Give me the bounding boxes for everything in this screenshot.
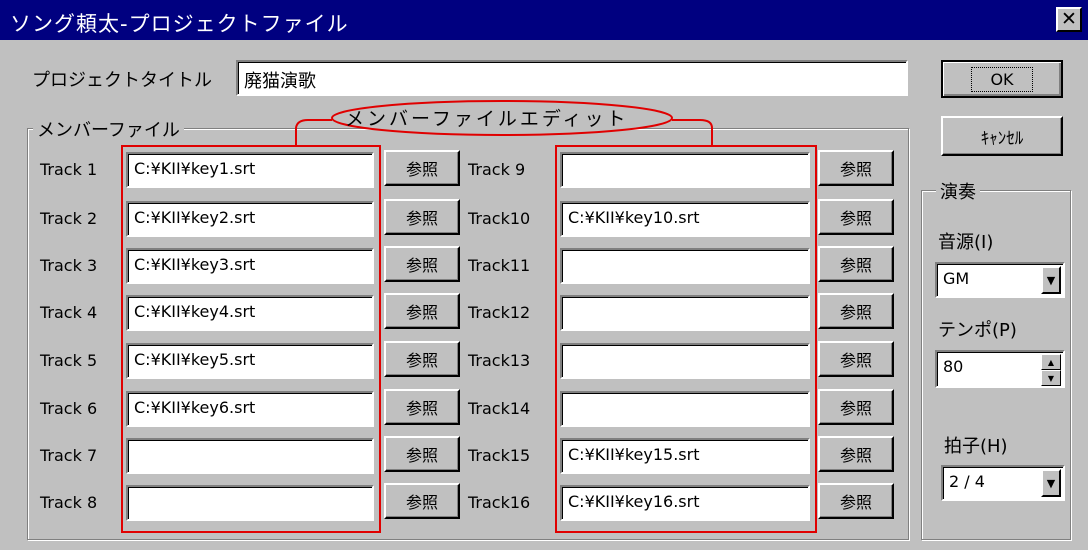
meter-dropdown-arrow-icon[interactable]: ▼ <box>1041 469 1061 497</box>
sound-source-select[interactable]: GM ▼ <box>935 262 1065 298</box>
track-7-file-input[interactable] <box>126 438 374 474</box>
track-14-label: Track14 <box>468 399 531 418</box>
tempo-label: テンポ(P) <box>938 320 1017 341</box>
close-icon: ✕ <box>1061 8 1077 30</box>
track-9-label: Track 9 <box>468 160 526 179</box>
ok-button-label: OK <box>971 66 1033 92</box>
sound-source-value: GM <box>943 269 970 288</box>
track-16-file-input[interactable]: C:¥KII¥key16.srt <box>560 485 810 521</box>
track-4-browse-button[interactable]: 参照 <box>384 293 460 329</box>
track-8-file-input[interactable] <box>126 485 374 521</box>
track-10-browse-button[interactable]: 参照 <box>818 199 894 235</box>
track-15-file-input[interactable]: C:¥KII¥key15.srt <box>560 438 810 474</box>
meter-value: 2 / 4 <box>949 472 985 491</box>
track-12-file-input[interactable] <box>560 295 810 331</box>
track-8-browse-button[interactable]: 参照 <box>384 483 460 519</box>
track-3-browse-button[interactable]: 参照 <box>384 246 460 282</box>
title-bar[interactable]: ソング頼太-プロジェクトファイル ✕ <box>0 0 1088 40</box>
track-12-label: Track12 <box>468 303 531 322</box>
track-12-browse-button[interactable]: 参照 <box>818 293 894 329</box>
track-7-browse-button[interactable]: 参照 <box>384 436 460 472</box>
project-title-input[interactable]: 廃猫演歌 <box>236 60 908 96</box>
track-14-browse-button[interactable]: 参照 <box>818 389 894 425</box>
member-files-group <box>27 128 909 540</box>
tempo-spinner[interactable]: 80 ▲ ▼ <box>935 350 1065 388</box>
track-3-label: Track 3 <box>40 256 98 275</box>
track-9-file-input[interactable] <box>560 152 810 188</box>
track-1-label: Track 1 <box>40 160 98 179</box>
track-3-file-input[interactable]: C:¥KII¥key3.srt <box>126 248 374 284</box>
meter-select[interactable]: 2 / 4 ▼ <box>941 465 1065 501</box>
track-9-browse-button[interactable]: 参照 <box>818 150 894 186</box>
performance-group-label: 演奏 <box>936 178 980 204</box>
track-4-file-input[interactable]: C:¥KII¥key4.srt <box>126 295 374 331</box>
track-15-label: Track15 <box>468 446 531 465</box>
track-10-label: Track10 <box>468 209 531 228</box>
track-8-label: Track 8 <box>40 493 98 512</box>
track-7-label: Track 7 <box>40 446 98 465</box>
track-6-file-input[interactable]: C:¥KII¥key6.srt <box>126 391 374 427</box>
track-5-browse-button[interactable]: 参照 <box>384 341 460 377</box>
track-2-browse-button[interactable]: 参照 <box>384 199 460 235</box>
tempo-value: 80 <box>943 357 964 376</box>
tempo-up-arrow-icon[interactable]: ▲ <box>1041 354 1061 370</box>
track-10-file-input[interactable]: C:¥KII¥key10.srt <box>560 201 810 237</box>
sound-source-label: 音源(I) <box>938 232 994 253</box>
track-4-label: Track 4 <box>40 303 98 322</box>
track-16-browse-button[interactable]: 参照 <box>818 483 894 519</box>
close-button[interactable]: ✕ <box>1056 7 1082 32</box>
track-16-label: Track16 <box>468 493 531 512</box>
track-15-browse-button[interactable]: 参照 <box>818 436 894 472</box>
cancel-button[interactable]: ｷｬﾝｾﾙ <box>941 116 1063 156</box>
track-5-file-input[interactable]: C:¥KII¥key5.srt <box>126 343 374 379</box>
track-13-browse-button[interactable]: 参照 <box>818 341 894 377</box>
window-title: ソング頼太-プロジェクトファイル <box>10 12 349 36</box>
track-5-label: Track 5 <box>40 351 98 370</box>
member-files-group-label: メンバーファイル <box>33 116 184 142</box>
meter-label: 拍子(H) <box>944 436 1008 457</box>
track-11-browse-button[interactable]: 参照 <box>818 246 894 282</box>
project-file-dialog: ソング頼太-プロジェクトファイル ✕ プロジェクトタイトル 廃猫演歌 OK ｷｬ… <box>0 0 1088 550</box>
track-13-file-input[interactable] <box>560 343 810 379</box>
track-13-label: Track13 <box>468 351 531 370</box>
track-6-label: Track 6 <box>40 399 98 418</box>
track-1-file-input[interactable]: C:¥KII¥key1.srt <box>126 152 374 188</box>
sound-source-dropdown-arrow-icon[interactable]: ▼ <box>1041 266 1061 294</box>
track-14-file-input[interactable] <box>560 391 810 427</box>
track-11-file-input[interactable] <box>560 248 810 284</box>
track-2-file-input[interactable]: C:¥KII¥key2.srt <box>126 201 374 237</box>
project-title-label: プロジェクトタイトル <box>32 70 212 91</box>
track-2-label: Track 2 <box>40 209 98 228</box>
tempo-down-arrow-icon[interactable]: ▼ <box>1041 370 1061 386</box>
member-file-edit-annotation: メンバーファイルエディット <box>345 108 629 130</box>
track-11-label: Track11 <box>468 256 531 275</box>
track-6-browse-button[interactable]: 参照 <box>384 389 460 425</box>
ok-button[interactable]: OK <box>941 60 1063 98</box>
track-1-browse-button[interactable]: 参照 <box>384 150 460 186</box>
